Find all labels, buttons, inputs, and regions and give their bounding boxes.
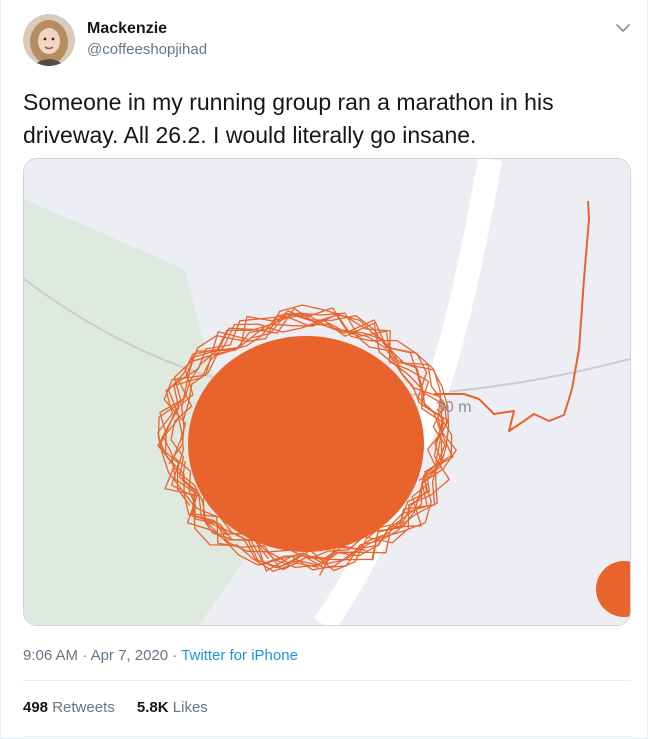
likes-count: 5.8K: [136, 699, 169, 716]
route-fill: [188, 336, 424, 552]
retweets-label: Retweets: [52, 699, 115, 716]
tweet-meta: 9:06 AM · Apr 7, 2020 · Twitter for iPho…: [23, 647, 298, 664]
meta-separator: ·: [82, 647, 88, 664]
route-map: 30 m: [24, 159, 630, 625]
likes-stat[interactable]: 5.8K Likes: [137, 699, 208, 716]
user-handle[interactable]: @coffeeshopjihad: [87, 41, 207, 58]
likes-label: Likes: [172, 699, 208, 716]
meta-separator: ·: [172, 647, 178, 664]
tweet-time[interactable]: 9:06 AM: [23, 647, 78, 664]
divider: [23, 680, 631, 681]
tweet-source-link[interactable]: Twitter for iPhone: [181, 647, 298, 664]
chevron-down-icon[interactable]: [611, 16, 635, 40]
avatar-image: [23, 14, 75, 66]
user-display-name[interactable]: Mackenzie: [87, 20, 167, 38]
divider-bottom: [23, 736, 631, 737]
map-scale-label: 30 m: [436, 399, 472, 416]
tweet-card: Mackenzie @coffeeshopjihad Someone in my…: [0, 0, 648, 739]
retweets-stat[interactable]: 498 Retweets: [23, 699, 119, 716]
tweet-media-map[interactable]: 30 m: [23, 158, 631, 626]
tweet-text: Someone in my running group ran a marath…: [23, 89, 554, 148]
tweet-date[interactable]: Apr 7, 2020: [91, 647, 169, 664]
avatar[interactable]: [23, 14, 75, 66]
retweets-count: 498: [23, 699, 49, 716]
tweet-stats: 498 Retweets 5.8K Likes: [23, 699, 226, 716]
